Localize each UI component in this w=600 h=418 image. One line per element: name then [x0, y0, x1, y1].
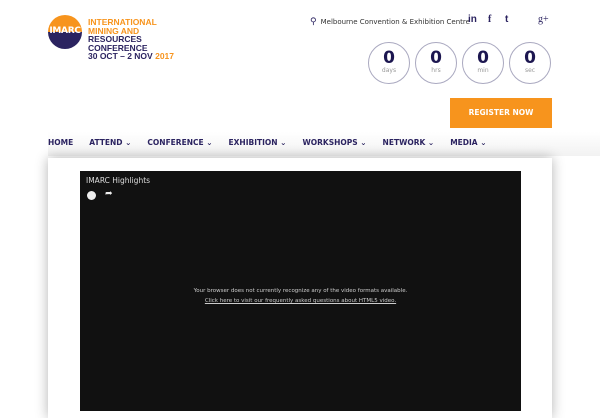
linkedin-icon[interactable]: in [468, 14, 477, 25]
nav-home[interactable]: HOME [48, 132, 73, 156]
countdown-sec: 0 sec [509, 42, 551, 84]
twitter-icon[interactable]: t [505, 14, 508, 25]
countdown-days: 0 days [368, 42, 410, 84]
nav-attend[interactable]: ATTEND ⌄ [89, 132, 131, 156]
logo-text[interactable]: INTERNATIONAL MINING AND RESOURCES CONFE… [88, 18, 174, 61]
logo-circle[interactable]: IMARC [48, 15, 82, 49]
nav-network[interactable]: NETWORK ⌄ [383, 132, 435, 156]
share-icon[interactable]: ➦ [105, 189, 113, 199]
countdown-min: 0 min [462, 42, 504, 84]
watch-later-icon[interactable] [87, 191, 96, 200]
map-pin-icon: ⚲ [310, 17, 317, 27]
nav-conference[interactable]: CONFERENCE ⌄ [147, 132, 212, 156]
main-nav: HOME ATTEND ⌄ CONFERENCE ⌄ EXHIBITION ⌄ … [48, 132, 600, 156]
nav-workshops[interactable]: WORKSHOPS ⌄ [302, 132, 366, 156]
location: ⚲ Melbourne Convention & Exhibition Centr… [310, 17, 470, 27]
nav-media[interactable]: MEDIA ⌄ [450, 132, 486, 156]
nav-exhibition[interactable]: EXHIBITION ⌄ [229, 132, 287, 156]
html5-faq-link[interactable]: Click here to visit our frequently asked… [205, 298, 396, 304]
facebook-icon[interactable]: f [488, 14, 491, 25]
video-error: Your browser does not currently recogniz… [193, 288, 408, 304]
video-title[interactable]: IMARC Highlights [86, 176, 150, 185]
countdown-hrs: 0 hrs [415, 42, 457, 84]
google-plus-icon[interactable]: g+ [538, 14, 549, 25]
register-now-button[interactable]: REGISTER NOW [450, 98, 552, 128]
